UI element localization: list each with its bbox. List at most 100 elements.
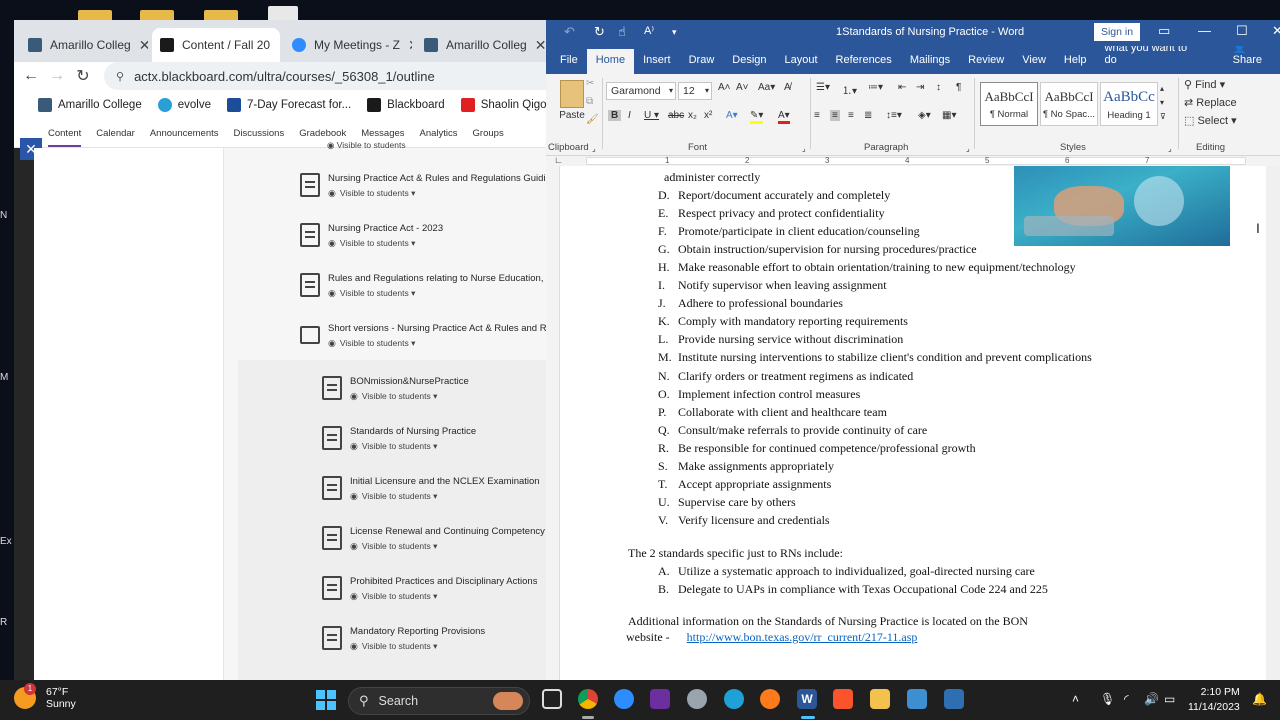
list-item[interactable]: Nursing Practice Act - 2023 ◉ Visible to s… (300, 223, 546, 257)
sign-in-button[interactable]: Sign in (1094, 23, 1140, 41)
italic-icon[interactable]: I (628, 110, 631, 121)
copy-icon[interactable]: ⧉ (586, 96, 593, 107)
close-tab-icon[interactable]: ✕ (131, 37, 148, 54)
maximize-icon[interactable]: ☐ (1236, 23, 1248, 39)
visibility-dropdown[interactable]: ◉ Visible to students ▾ (328, 338, 546, 349)
menu-layout[interactable]: Layout (776, 54, 827, 74)
change-case-icon[interactable]: Aa▾ (758, 82, 775, 93)
volume-icon[interactable]: 🔊 (1144, 692, 1159, 706)
list-item[interactable]: Standards of Nursing Practice ◉ Visible to… (322, 426, 546, 460)
dialog-launcher-icon[interactable]: ⌟ (802, 144, 806, 153)
menu-home[interactable]: Home (586, 49, 635, 74)
visibility-dropdown[interactable]: ◉ Visible to students ▾ (350, 441, 476, 452)
dialog-launcher-icon[interactable]: ⌟ (966, 144, 970, 153)
borders-icon[interactable]: ▦▾ (942, 110, 956, 121)
visibility-dropdown[interactable]: ◉ Visible to students ▾ (350, 491, 540, 502)
underline-icon[interactable]: U ▾ (644, 110, 659, 121)
item-title[interactable]: License Renewal and Continuing Competenc… (350, 526, 545, 537)
bookmark-evolve[interactable]: evolve (157, 98, 211, 112)
browser-tab[interactable]: Amarillo Colleg ✕ (20, 28, 148, 62)
chevron-up-icon[interactable]: ˄ (1072, 692, 1079, 706)
align-right-icon[interactable]: ≡ (848, 110, 854, 121)
snipping-tool-icon[interactable] (944, 689, 964, 709)
line-spacing-icon[interactable]: ↕≡▾ (886, 110, 902, 121)
tab-announcements[interactable]: Announcements (150, 128, 219, 147)
browser-tab[interactable]: Amarillo Colleg ✕ (416, 28, 546, 62)
back-arrow-icon[interactable]: ← (18, 67, 44, 85)
style-heading-1[interactable]: AaBbCc Heading 1 (1100, 82, 1158, 126)
wifi-icon[interactable]: ◜ (1124, 692, 1129, 706)
menu-design[interactable]: Design (723, 54, 775, 74)
customize-toolbar-icon[interactable]: ▾ (672, 27, 677, 38)
forward-arrow-icon[interactable]: → (44, 67, 70, 85)
reload-icon[interactable]: ↻ (70, 66, 96, 86)
clock[interactable]: 2:10 PM 11/14/2023 (1188, 685, 1240, 715)
cut-icon[interactable]: ✂ (586, 78, 594, 89)
menu-file[interactable]: File (546, 54, 587, 74)
item-title[interactable]: Mandatory Reporting Provisions (350, 626, 485, 637)
tab-calendar[interactable]: Calendar (96, 128, 135, 147)
taskbar-search[interactable]: ⚲ Search (348, 687, 530, 715)
select-button[interactable]: ⬚ Select ▾ (1184, 114, 1237, 127)
strikethrough-icon[interactable]: abc (668, 110, 684, 121)
list-item[interactable]: Nursing Practice Act & Rules and Regulat… (300, 173, 546, 207)
menu-review[interactable]: Review (959, 54, 1013, 74)
close-tab-icon[interactable]: ✕ (527, 37, 546, 54)
bookmark-amarillo-college[interactable]: Amarillo College (38, 98, 142, 112)
close-tab-icon[interactable]: ✕ (270, 37, 280, 54)
item-title[interactable]: Short versions - Nursing Practice Act & … (328, 323, 546, 334)
edge-icon[interactable] (724, 689, 744, 709)
url-input[interactable]: ⚲ actx.blackboard.com/ultra/courses/_563… (104, 62, 546, 90)
format-painter-icon[interactable]: 🖌 (586, 114, 599, 125)
item-title[interactable]: Rules and Regulations relating to Nurse … (328, 273, 543, 284)
chrome-icon[interactable] (578, 689, 598, 709)
dialog-launcher-icon[interactable]: ⌟ (1168, 144, 1172, 153)
list-item[interactable]: Initial Licensure and the NCLEX Examinat… (322, 476, 546, 510)
item-title[interactable]: Prohibited Practices and Disciplinary Ac… (350, 576, 537, 587)
show-formatting-icon[interactable]: ¶ (956, 82, 961, 93)
settings-gear-icon[interactable] (687, 689, 707, 709)
bold-icon[interactable]: B (608, 110, 622, 121)
bookmark-forecast[interactable]: 7-Day Forecast for... (226, 98, 351, 112)
font-name-select[interactable]: Garamond ▾ (606, 82, 676, 100)
visibility-dropdown[interactable]: ◉ Visible to students ▾ (328, 188, 546, 199)
visibility-dropdown[interactable]: ◉ Visible to students ▾ (350, 641, 485, 652)
visibility-dropdown[interactable]: ◉ Visible to students ▾ (328, 288, 543, 299)
paste-button[interactable]: Paste (554, 78, 590, 126)
start-button[interactable] (316, 690, 336, 710)
close-window-icon[interactable]: ✕ (1272, 23, 1280, 39)
touch-mode-icon[interactable]: ☝ (618, 24, 626, 40)
undo-icon[interactable]: ↶ (564, 24, 575, 40)
tab-selector-icon[interactable]: ∟ (554, 155, 563, 165)
tab-analytics[interactable]: Analytics (420, 128, 458, 147)
bookmark-blackboard[interactable]: Blackboard (367, 98, 445, 112)
task-view-icon[interactable] (542, 689, 562, 709)
sort-icon[interactable]: ↕ (936, 82, 941, 93)
styles-scroll-icon[interactable]: ▴ ▾ ⊽ (1160, 82, 1170, 124)
list-item[interactable]: License Renewal and Continuing Competenc… (322, 526, 546, 560)
ribbon-display-icon[interactable]: ▭ (1158, 23, 1170, 39)
dialog-launcher-icon[interactable]: ⌟ (592, 144, 596, 153)
menu-help[interactable]: Help (1055, 54, 1096, 74)
menu-references[interactable]: References (827, 54, 901, 74)
subscript-icon[interactable]: x₂ (688, 110, 697, 121)
close-tab-icon[interactable]: ✕ (400, 37, 412, 54)
browser-tab[interactable]: My Meetings - Z ✕ (284, 28, 412, 62)
horizontal-ruler[interactable]: ∟ 1 2 3 4 5 6 7 (546, 155, 1280, 166)
store-icon[interactable] (907, 689, 927, 709)
visibility-dropdown[interactable]: ◉ Visible to students ▾ (350, 391, 469, 402)
menu-view[interactable]: View (1013, 54, 1055, 74)
clear-format-icon[interactable]: A̸ (784, 82, 791, 93)
list-item[interactable]: BONmission&NursePractice ◉ Visible to stud… (322, 376, 546, 410)
find-button[interactable]: ⚲ Find ▾ (1184, 78, 1225, 91)
firefox-icon[interactable] (760, 689, 780, 709)
font-color-icon[interactable]: A▾ (778, 110, 790, 124)
shading-icon[interactable]: ◈▾ (918, 110, 931, 121)
bullets-icon[interactable]: ☰▾ (816, 82, 830, 93)
list-item[interactable]: Prohibited Practices and Disciplinary Ac… (322, 576, 546, 610)
style-normal[interactable]: AaBbCcI ¶ Normal (980, 82, 1038, 126)
grow-font-icon[interactable]: A˄ (718, 82, 731, 93)
brave-icon[interactable] (833, 689, 853, 709)
shrink-font-icon[interactable]: A˅ (736, 82, 749, 93)
screen-recorder-icon[interactable] (650, 689, 670, 709)
